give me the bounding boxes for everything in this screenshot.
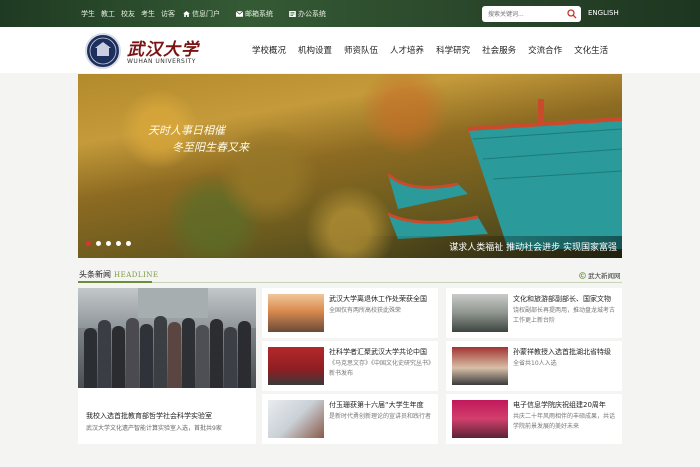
link-applicants[interactable]: 考生 — [141, 9, 155, 19]
seal-emblem-icon — [89, 37, 117, 65]
news-card[interactable]: 电子信息学院庆祝组建20周年 共庆二十年风雨相伴的丰硕成果，共话学院前景发展的美… — [446, 394, 622, 444]
main-nav: 学校概况 机构设置 师资队伍 人才培养 科学研究 社会服务 交流合作 文化生活 — [252, 44, 608, 56]
link-visitors[interactable]: 访客 — [161, 9, 175, 19]
section-title-en: HEADLINE — [114, 271, 159, 279]
news-card[interactable]: 武汉大学离退休工作处荣获全国 全国仅有两所高校获此殊荣 — [262, 288, 438, 338]
feature-news-title[interactable]: 我校入选首批教育部哲学社会科学实验室 — [86, 411, 212, 421]
news-title[interactable]: 孙蒙祥教授入选首批湖北省特级 — [513, 347, 619, 357]
hero-banner[interactable]: 天时人事日相催 冬至阳生春又来 谋求人类福祉 推动社会进步 实现国家富强 — [78, 74, 622, 258]
feature-news-card[interactable]: 我校入选首批教育部哲学社会科学实验室 武汉大学文化遗产智能计算实验室入选，首批共… — [78, 288, 256, 444]
news-desc: 共庆二十年风雨相伴的丰硕成果，共话学院前景发展的美好未来 — [513, 413, 616, 430]
logo-chinese-name[interactable]: 武汉大学 — [127, 35, 199, 60]
news-desc: 是新时代勇创新理论的宣讲员和践行者 — [329, 413, 432, 420]
palace-roof-image — [388, 99, 622, 249]
carousel-dot-4[interactable] — [116, 241, 121, 246]
carousel-dot-5[interactable] — [126, 241, 131, 246]
mail-icon — [236, 11, 243, 17]
nav-item-departments[interactable]: 机构设置 — [298, 44, 332, 56]
portal-label: 信息门户 — [192, 10, 220, 18]
news-thumbnail — [452, 400, 508, 438]
news-thumbnail — [268, 347, 324, 385]
section-title: 头条新闻 HEADLINE — [79, 269, 159, 280]
nav-item-education[interactable]: 人才培养 — [390, 44, 424, 56]
calligraphy-line-1: 天时人事日相催 — [148, 124, 225, 137]
carousel-dot-2[interactable] — [96, 241, 101, 246]
news-thumbnail — [452, 294, 508, 332]
carousel-dots — [86, 241, 131, 246]
carousel-dot-3[interactable] — [106, 241, 111, 246]
system-links: 信息门户 邮箱系统 办公系统 — [183, 9, 326, 19]
news-title[interactable]: 社科学者汇聚武汉大学共论中国 — [329, 347, 435, 357]
office-link[interactable]: 办公系统 — [289, 9, 326, 19]
logo-english-name: WUHAN UNIVERSITY — [127, 58, 196, 65]
banner-slogan: 谋求人类福祉 推动社会进步 实现国家富强 — [449, 243, 617, 253]
news-thumbnail — [268, 400, 324, 438]
news-site-label: 武大新闻网 — [588, 272, 621, 280]
carousel-dot-1[interactable] — [86, 241, 91, 246]
news-site-link[interactable]: 武大新闻网 — [579, 270, 621, 280]
news-desc: 《马克思文存》《中国文化史研究丛书》新书发布 — [329, 360, 435, 377]
feature-news-photo — [78, 288, 256, 388]
office-icon — [289, 11, 296, 17]
mail-link[interactable]: 邮箱系统 — [236, 9, 273, 19]
nav-item-faculty[interactable]: 师资队伍 — [344, 44, 378, 56]
search-input[interactable] — [488, 8, 564, 20]
audience-links: 学生 教工 校友 考生 访客 — [81, 9, 175, 19]
news-desc: 全省共10人入选 — [513, 360, 557, 367]
home-icon — [183, 11, 190, 17]
news-title[interactable]: 武汉大学离退休工作处荣获全国 — [329, 294, 435, 304]
section-divider — [78, 281, 622, 283]
nav-item-services[interactable]: 社会服务 — [482, 44, 516, 56]
nav-item-exchange[interactable]: 交流合作 — [528, 44, 562, 56]
nav-item-research[interactable]: 科学研究 — [436, 44, 470, 56]
news-title[interactable]: 文化和旅游部副部长、国家文物 — [513, 294, 619, 304]
link-students[interactable]: 学生 — [81, 9, 95, 19]
top-bar: 学生 教工 校友 考生 访客 信息门户 邮箱系统 办公系统 ENGLISH — [0, 0, 700, 27]
news-thumbnail — [452, 347, 508, 385]
news-desc: 全国仅有两所高校获此殊荣 — [329, 307, 402, 314]
university-seal-logo[interactable] — [85, 33, 121, 69]
link-staff[interactable]: 教工 — [101, 9, 115, 19]
news-card[interactable]: 文化和旅游部副部长、国家文物 饶权副部长再提两用，推动盘龙城考古工作更上新台阶 — [446, 288, 622, 338]
nav-item-overview[interactable]: 学校概况 — [252, 44, 286, 56]
news-thumbnail — [268, 294, 324, 332]
office-label: 办公系统 — [298, 10, 326, 18]
mail-label: 邮箱系统 — [245, 10, 273, 18]
news-card[interactable]: 付玉珊获第十六届“大学生年度 是新时代勇创新理论的宣讲员和践行者 — [262, 394, 438, 444]
banner-calligraphy: 天时人事日相催 冬至阳生春又来 — [148, 122, 249, 156]
news-title[interactable]: 电子信息学院庆祝组建20周年 — [513, 400, 619, 410]
search-box — [482, 6, 581, 22]
news-card[interactable]: 社科学者汇聚武汉大学共论中国 《马克思文存》《中国文化史研究丛书》新书发布 — [262, 341, 438, 391]
calligraphy-line-2: 冬至阳生春又来 — [172, 141, 249, 154]
link-alumni[interactable]: 校友 — [121, 9, 135, 19]
section-title-cn: 头条新闻 — [79, 270, 111, 279]
news-card[interactable]: 孙蒙祥教授入选首批湖北省特级 全省共10人入选 — [446, 341, 622, 391]
news-desc: 饶权副部长再提两用，推动盘龙城考古工作更上新台阶 — [513, 307, 616, 324]
portal-link[interactable]: 信息门户 — [183, 9, 220, 19]
english-link[interactable]: ENGLISH — [588, 9, 619, 17]
copyright-circle-icon — [579, 271, 586, 279]
nav-item-culture[interactable]: 文化生活 — [574, 44, 608, 56]
news-title[interactable]: 付玉珊获第十六届“大学生年度 — [329, 400, 435, 410]
search-icon[interactable] — [567, 9, 577, 19]
feature-news-desc: 武汉大学文化遗产智能计算实验室入选，首批共9家 — [86, 425, 222, 432]
